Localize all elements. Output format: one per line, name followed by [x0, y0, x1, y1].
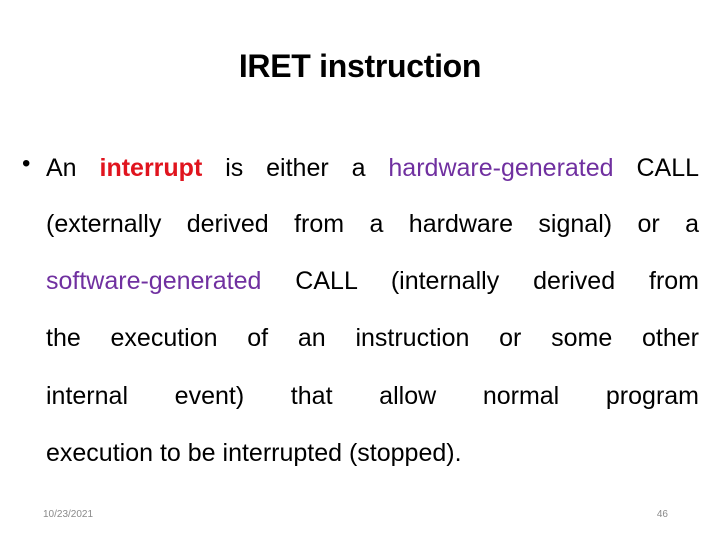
keyword-hardware-generated: hardware-generated: [388, 154, 614, 182]
slide-number: 46: [656, 509, 668, 520]
body-line: execution to be interrupted (stopped).: [46, 438, 699, 468]
keyword-interrupt: interrupt: [99, 154, 203, 182]
text-segment: CALL: [613, 154, 700, 182]
body-line: internal event) that allow normal progra…: [46, 381, 699, 411]
text-segment: execution to be interrupted (stopped).: [46, 439, 462, 467]
text-segment: internal event) that allow normal progra…: [46, 382, 699, 410]
text-segment: is either a: [202, 154, 389, 182]
body-line: (externally derived from a hardware sign…: [46, 209, 699, 239]
slide-title: IRET instruction: [238, 48, 482, 84]
text-segment: (externally derived from a hardware sign…: [46, 210, 699, 238]
text-segment: CALL (internally derived from: [261, 267, 699, 295]
bullet-dot-icon: •: [22, 150, 31, 177]
body-line: An interrupt is either a hardware-genera…: [46, 153, 699, 183]
body-line: the execution of an instruction or some …: [46, 323, 699, 353]
text-segment: An: [46, 154, 100, 182]
keyword-software-generated: software-generated: [46, 267, 262, 295]
text-segment: the execution of an instruction or some …: [46, 324, 699, 352]
body-line: software-generated CALL (internally deri…: [46, 266, 699, 296]
footer-date: 10/23/2021: [43, 509, 94, 520]
